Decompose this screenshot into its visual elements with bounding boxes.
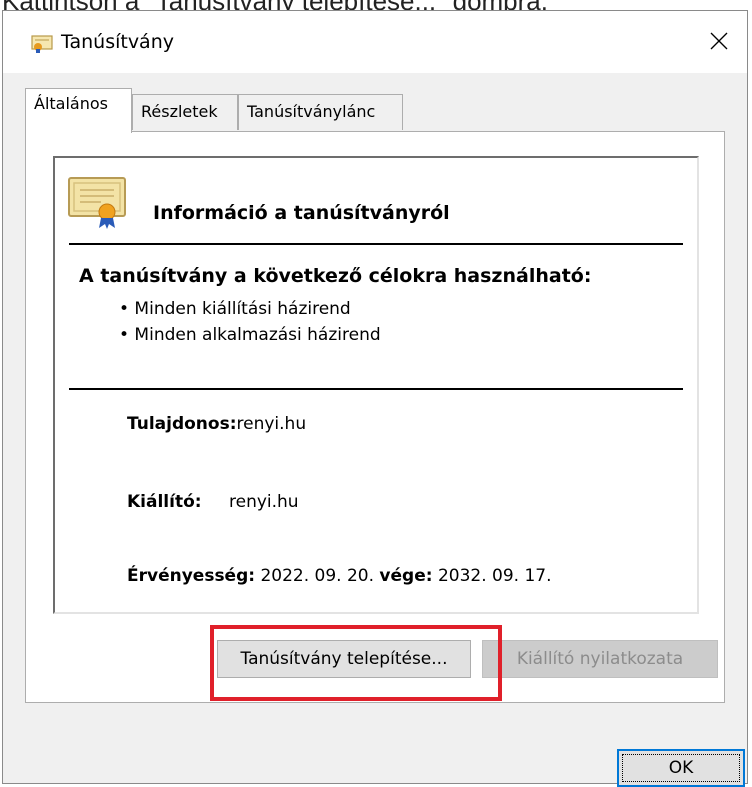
validity-to-label: vége: bbox=[379, 566, 433, 586]
issuer-label: Kiállító: bbox=[127, 492, 202, 512]
issuer-statement-button[interactable]: Kiállító nyilatkozata bbox=[482, 640, 718, 678]
owner-value: renyi.hu bbox=[236, 414, 307, 434]
tab-details[interactable]: Részletek bbox=[132, 94, 238, 130]
purpose-item: • Minden alkalmazási házirend bbox=[119, 325, 381, 345]
owner-label: Tulajdonos: bbox=[127, 414, 237, 434]
title-bar: Tanúsítvány bbox=[3, 11, 747, 73]
info-title: Információ a tanúsítványról bbox=[153, 202, 450, 224]
divider bbox=[69, 243, 683, 245]
tab-panel-general: Információ a tanúsítványról A tanúsítván… bbox=[25, 131, 725, 703]
focus-ring bbox=[622, 754, 740, 782]
tab-general[interactable]: Általános bbox=[25, 88, 132, 133]
certificate-dialog: Tanúsítvány Általános Részletek Tanúsítv… bbox=[2, 10, 748, 787]
purpose-heading: A tanúsítvány a következő célokra haszná… bbox=[79, 265, 592, 287]
certificate-info-box: Információ a tanúsítványról A tanúsítván… bbox=[53, 156, 699, 614]
issuer-row: Kiállító: renyi.hu bbox=[127, 492, 299, 512]
divider bbox=[69, 388, 683, 390]
validity-label: Érvényesség: bbox=[127, 566, 256, 586]
tab-certification-path[interactable]: Tanúsítványlánc bbox=[238, 94, 403, 130]
certificate-icon bbox=[31, 35, 53, 53]
install-certificate-button[interactable]: Tanúsítvány telepítése... bbox=[217, 640, 471, 678]
owner-row: Tulajdonos:renyi.hu bbox=[127, 414, 306, 434]
validity-row: Érvényesség: 2022. 09. 20. vége: 2032. 0… bbox=[127, 566, 551, 586]
purpose-list: • Minden kiállítási házirend • Minden al… bbox=[119, 296, 381, 348]
close-icon bbox=[710, 32, 728, 50]
window-title: Tanúsítvány bbox=[61, 31, 174, 53]
close-button[interactable] bbox=[699, 23, 739, 59]
ok-button[interactable]: OK bbox=[617, 749, 745, 787]
purpose-item: • Minden kiállítási házirend bbox=[119, 299, 351, 319]
certificate-large-icon bbox=[68, 177, 126, 229]
validity-from: 2022. 09. 20. bbox=[260, 566, 375, 586]
validity-to: 2032. 09. 17. bbox=[437, 566, 552, 586]
issuer-value: renyi.hu bbox=[229, 492, 299, 512]
